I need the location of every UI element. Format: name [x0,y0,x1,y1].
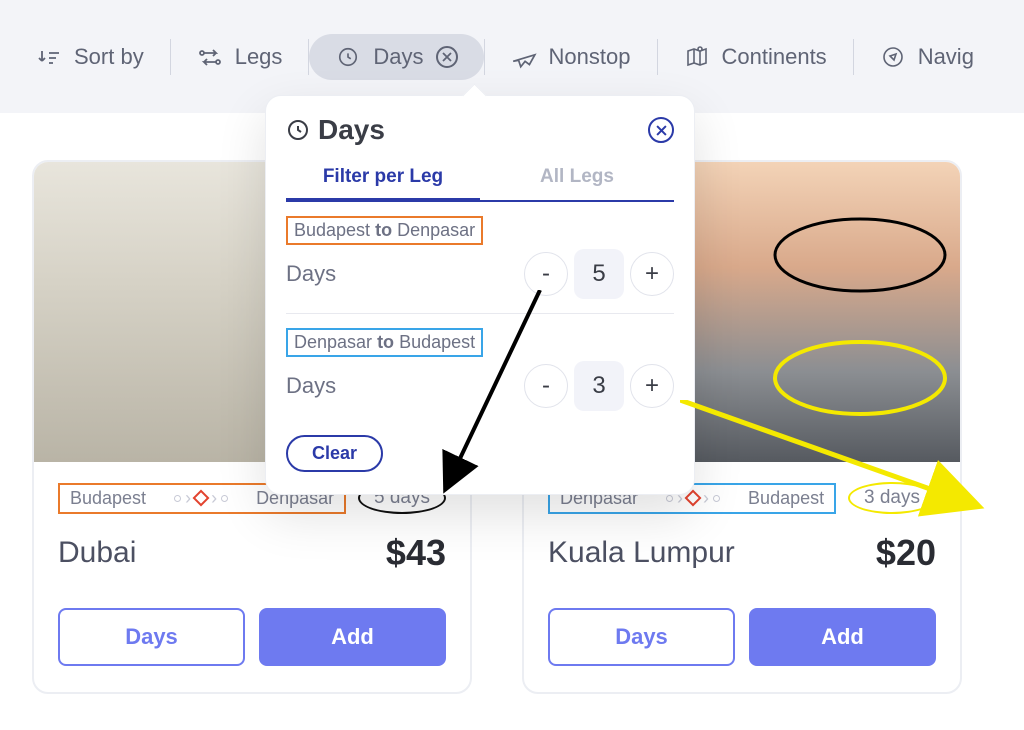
continents-label: Continents [722,44,827,70]
leg-days-label: Days [286,373,336,399]
days-value: 5 [574,249,624,299]
plane-icon [511,44,537,70]
leg-block: Budapest to Denpasar Days - 5 + [286,202,674,314]
days-badge: 3 days [848,482,936,514]
card-days-button[interactable]: Days [548,608,735,666]
leg-from: Budapest [294,220,370,240]
leg-route: Denpasar to Budapest [286,328,483,357]
decrement-button[interactable]: - [524,252,568,296]
navig-label: Navig [918,44,974,70]
days-popover: Days Filter per Leg All Legs Budapest to… [265,95,695,495]
popover-tabs: Filter per Leg All Legs [286,156,674,202]
card-buttons: Days Add [58,608,446,666]
card-add-button[interactable]: Add [749,608,936,666]
legs-label: Legs [235,44,283,70]
legs-filter[interactable]: Legs [171,34,309,80]
route-from: Budapest [70,488,146,509]
leg-route: Budapest to Denpasar [286,216,483,245]
sort-by-filter[interactable]: Sort by [10,34,170,80]
increment-button[interactable]: + [630,252,674,296]
price: $43 [386,532,446,574]
leg-to: Denpasar [397,220,475,240]
popover-header: Days [286,114,674,146]
card-body: Budapest › › Denpasar 5 days Dubai $43 D… [34,462,470,692]
leg-from: Denpasar [294,332,372,352]
map-icon [684,44,710,70]
tab-filter-per-leg[interactable]: Filter per Leg [286,156,480,202]
card-buttons: Days Add [548,608,936,666]
card-body: Denpasar › › Budapest 3 days Kuala Lumpu… [524,462,960,692]
leg-days-label: Days [286,261,336,287]
route-to: Budapest [748,488,824,509]
clock-icon [286,118,310,142]
sort-icon [36,44,62,70]
leg-line: Days - 5 + [286,249,674,299]
legs-icon [197,44,223,70]
sort-by-label: Sort by [74,44,144,70]
route-connector: › › [174,488,228,509]
nonstop-filter[interactable]: Nonstop [485,34,657,80]
city-price-row: Kuala Lumpur $20 [548,532,936,574]
card-days-button[interactable]: Days [58,608,245,666]
leg-line: Days - 3 + [286,361,674,411]
tab-all-legs[interactable]: All Legs [480,156,674,200]
city-price-row: Dubai $43 [58,532,446,574]
navig-filter[interactable]: Navig [854,34,1000,80]
days-clear-icon[interactable] [436,46,458,68]
days-filter[interactable]: Days [309,34,483,80]
leg-to-word: to [377,332,394,352]
popover-close-button[interactable] [648,117,674,143]
city-name: Kuala Lumpur [548,536,735,570]
decrement-button[interactable]: - [524,364,568,408]
clear-button[interactable]: Clear [286,435,383,472]
compass-icon [880,44,906,70]
popover-title: Days [286,114,385,146]
clock-icon [335,44,361,70]
popover-title-text: Days [318,114,385,146]
leg-to-word: to [375,220,392,240]
days-label: Days [373,44,423,70]
days-stepper: - 3 + [524,361,674,411]
continents-filter[interactable]: Continents [658,34,853,80]
city-name: Dubai [58,536,136,570]
card-add-button[interactable]: Add [259,608,446,666]
days-value: 3 [574,361,624,411]
nonstop-label: Nonstop [549,44,631,70]
increment-button[interactable]: + [630,364,674,408]
leg-to: Budapest [399,332,475,352]
price: $20 [876,532,936,574]
days-stepper: - 5 + [524,249,674,299]
leg-block: Denpasar to Budapest Days - 3 + [286,314,674,425]
